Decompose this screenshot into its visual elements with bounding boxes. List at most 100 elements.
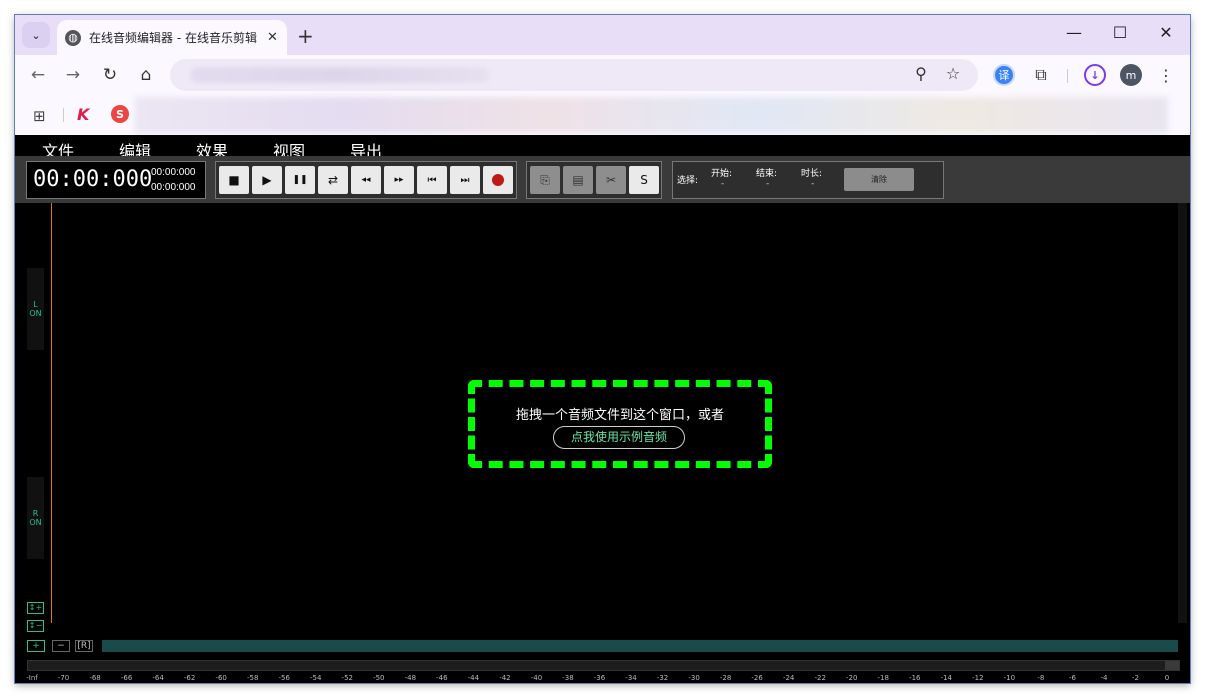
meter-tick-label: -68 bbox=[89, 674, 101, 682]
fast-forward-icon: ▸▸ bbox=[394, 175, 404, 185]
bookmark-k-icon[interactable]: K bbox=[77, 105, 89, 124]
meter-tick-label: -60 bbox=[215, 674, 227, 682]
vertical-scrollbar[interactable] bbox=[1178, 203, 1187, 623]
start-label: 开始: bbox=[711, 169, 733, 179]
meter-tick-label: -44 bbox=[467, 674, 480, 682]
meter-tick-label: -30 bbox=[688, 674, 700, 682]
apps-grid-icon[interactable]: ⊞ bbox=[33, 107, 46, 125]
stop-icon: ■ bbox=[228, 173, 240, 187]
browser-menu-icon[interactable]: ⋮ bbox=[1155, 64, 1177, 86]
meter-tick-label: -32 bbox=[656, 674, 669, 682]
maximize-button[interactable]: ☐ bbox=[1105, 23, 1135, 42]
cut-button[interactable]: ✂ bbox=[596, 166, 626, 194]
toolbar-divider bbox=[1067, 69, 1068, 83]
tab-strip: ⌄ ◍ 在线音频编辑器 - 在线音乐剪辑 ✕ + — ☐ ✕ bbox=[15, 15, 1190, 55]
meter-tick-label: -38 bbox=[562, 674, 574, 682]
silence-button[interactable]: S bbox=[629, 166, 659, 194]
meter-scale: -Inf -70 -68 -66 -64 -62 -60 -58 -56 -54 -52 -50 -48… bbox=[15, 674, 1190, 683]
silence-label: S bbox=[640, 173, 648, 187]
right-channel-on: ON bbox=[29, 518, 42, 527]
bookmarks-divider bbox=[63, 108, 64, 122]
end-value: - bbox=[766, 179, 770, 189]
browser-tab[interactable]: ◍ 在线音频编辑器 - 在线音乐剪辑 ✕ bbox=[57, 20, 287, 55]
profile-avatar[interactable]: m bbox=[1120, 64, 1142, 86]
use-sample-audio-button[interactable]: 点我使用示例音频 bbox=[553, 426, 685, 449]
translate-extension-icon[interactable]: 译 bbox=[993, 64, 1015, 86]
pause-button[interactable]: ❚❚ bbox=[285, 166, 315, 194]
right-channel-toggle[interactable]: R ON bbox=[27, 477, 44, 559]
horizontal-zoom-out-button[interactable]: − bbox=[52, 640, 70, 652]
meter-tick-label: -22 bbox=[814, 674, 826, 682]
meter-tick-label: -10 bbox=[1003, 674, 1016, 682]
tab-close-icon[interactable]: ✕ bbox=[267, 30, 278, 45]
browser-window: ⌄ ◍ 在线音频编辑器 - 在线音乐剪辑 ✕ + — ☐ ✕ ← → ↻ ⌂ ⚲… bbox=[15, 15, 1190, 683]
time-display: 00:00:000 00:00:000 00:00:000 bbox=[26, 161, 206, 199]
meter-tick-label: -36 bbox=[593, 674, 606, 682]
selection-start-time: 00:00:000 bbox=[151, 167, 196, 178]
meter-tick-label: -40 bbox=[530, 674, 543, 682]
globe-icon: ◍ bbox=[65, 29, 81, 46]
paste-button[interactable]: ▤ bbox=[563, 166, 593, 194]
record-icon bbox=[492, 174, 504, 186]
address-bar[interactable]: ⚲ ☆ bbox=[170, 59, 978, 91]
left-channel-toggle[interactable]: L ON bbox=[27, 268, 44, 350]
selection-end-time: 00:00:000 bbox=[151, 182, 196, 193]
meter-tick-label: -14 bbox=[940, 674, 953, 682]
waveform-editor[interactable]: L ON R ON 拖拽一个音频文件到这个窗口，或者 点我使用示例音频 ↕+ ↕… bbox=[15, 203, 1190, 683]
bookmarks-bar: ⊞ K S bbox=[15, 95, 1190, 135]
new-tab-button[interactable]: + bbox=[297, 24, 314, 48]
loop-button[interactable]: ⇄ bbox=[318, 166, 348, 194]
right-channel-label: R bbox=[32, 509, 39, 518]
duration-label: 时长: bbox=[801, 169, 823, 179]
meter-tick-label: -2 bbox=[1131, 674, 1139, 682]
play-icon: ▶ bbox=[262, 173, 272, 187]
meter-tick-label: -46 bbox=[436, 674, 448, 682]
scissors-icon: ✂ bbox=[605, 173, 617, 187]
meter-tick-label: -64 bbox=[152, 674, 164, 682]
meter-tick-label: -34 bbox=[625, 674, 637, 682]
transport-controls: ■ ▶ ❚❚ ⇄ ◂◂ ▸▸ ⏮ ⏭ bbox=[215, 161, 517, 199]
download-icon[interactable]: ↓ bbox=[1084, 64, 1106, 86]
fast-forward-button[interactable]: ▸▸ bbox=[384, 166, 414, 194]
browser-toolbar: ← → ↻ ⌂ ⚲ ☆ 译 ⧉ ↓ m ⋮ bbox=[15, 55, 1190, 95]
copy-button[interactable]: ⎘ bbox=[530, 166, 560, 194]
playhead-cursor[interactable] bbox=[51, 203, 52, 623]
close-window-button[interactable]: ✕ bbox=[1151, 23, 1181, 42]
bookmark-s-icon[interactable]: S bbox=[111, 105, 129, 123]
minimize-button[interactable]: — bbox=[1059, 23, 1089, 42]
back-button[interactable]: ← bbox=[27, 65, 49, 85]
tab-search-button[interactable]: ⌄ bbox=[22, 22, 50, 48]
timeline-scrollbar[interactable] bbox=[102, 640, 1178, 652]
skip-to-start-button[interactable]: ⏮ bbox=[417, 166, 447, 194]
record-button[interactable] bbox=[483, 166, 513, 194]
meter-tick-label: -18 bbox=[877, 674, 889, 682]
extensions-puzzle-icon[interactable]: ⧉ bbox=[1030, 64, 1052, 86]
meter-tick-label: -42 bbox=[499, 674, 511, 682]
vertical-zoom-out-button[interactable]: ↕− bbox=[27, 620, 44, 632]
clear-selection-button[interactable]: 清除 bbox=[844, 168, 914, 191]
bookmark-star-icon[interactable]: ☆ bbox=[942, 64, 964, 83]
rewind-button[interactable]: ◂◂ bbox=[351, 166, 381, 194]
meter-tick-label: -26 bbox=[751, 674, 763, 682]
left-channel-on: ON bbox=[29, 309, 42, 318]
zoom-reset-button[interactable]: [R] bbox=[75, 640, 93, 652]
paste-icon: ▤ bbox=[572, 173, 584, 187]
drop-zone[interactable]: 拖拽一个音频文件到这个窗口，或者 点我使用示例音频 bbox=[468, 380, 772, 468]
horizontal-zoom-in-button[interactable]: + bbox=[27, 640, 45, 652]
meter-tick-label: -8 bbox=[1037, 674, 1045, 682]
forward-button[interactable]: → bbox=[62, 65, 84, 85]
play-button[interactable]: ▶ bbox=[252, 166, 282, 194]
control-panel: 00:00:000 00:00:000 00:00:000 ■ ▶ ❚❚ ⇄ ◂… bbox=[15, 156, 1190, 203]
left-channel-label: L bbox=[33, 300, 38, 309]
vertical-zoom-in-button[interactable]: ↕+ bbox=[27, 602, 44, 614]
meter-tick-label: -28 bbox=[719, 674, 732, 682]
skip-end-icon: ⏭ bbox=[460, 174, 470, 186]
reload-button[interactable]: ↻ bbox=[99, 65, 121, 85]
zoom-icon[interactable]: ⚲ bbox=[910, 64, 932, 83]
copy-icon: ⎘ bbox=[540, 172, 550, 187]
skip-to-end-button[interactable]: ⏭ bbox=[450, 166, 480, 194]
meter-tick-label: -48 bbox=[404, 674, 417, 682]
home-button[interactable]: ⌂ bbox=[135, 65, 157, 85]
stop-button[interactable]: ■ bbox=[219, 166, 249, 194]
meter-tick-label: -6 bbox=[1068, 674, 1076, 682]
